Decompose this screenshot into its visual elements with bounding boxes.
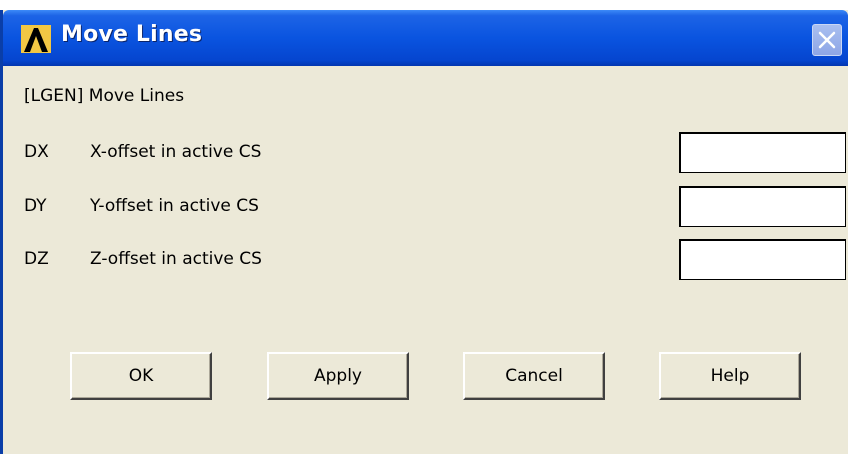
- help-button[interactable]: Help: [659, 352, 801, 400]
- ok-button[interactable]: OK: [70, 352, 212, 400]
- dx-row: DX X-offset in active CS: [3, 132, 848, 176]
- close-button[interactable]: [812, 24, 842, 56]
- dx-description: X-offset in active CS: [90, 142, 262, 162]
- command-label: [LGEN] Move Lines: [24, 86, 185, 106]
- dz-input[interactable]: [679, 239, 846, 280]
- dz-row: DZ Z-offset in active CS: [3, 239, 848, 283]
- dy-row: DY Y-offset in active CS: [3, 186, 848, 230]
- dy-input[interactable]: [679, 186, 846, 227]
- ansys-app-icon: [21, 25, 51, 53]
- title-bar[interactable]: Move Lines: [3, 10, 848, 66]
- close-icon: [818, 31, 836, 49]
- dz-description: Z-offset in active CS: [90, 249, 262, 269]
- dy-description: Y-offset in active CS: [90, 196, 259, 216]
- dy-key-label: DY: [24, 196, 47, 216]
- apply-button[interactable]: Apply: [267, 352, 409, 400]
- cancel-button[interactable]: Cancel: [463, 352, 605, 400]
- dz-key-label: DZ: [24, 249, 49, 269]
- window-title: Move Lines: [61, 22, 203, 47]
- dx-input[interactable]: [679, 132, 846, 173]
- move-lines-dialog: Move Lines [LGEN] Move Lines DX X-offset…: [0, 10, 848, 454]
- dx-key-label: DX: [24, 142, 49, 162]
- dialog-body: [LGEN] Move Lines DX X-offset in active …: [3, 66, 848, 454]
